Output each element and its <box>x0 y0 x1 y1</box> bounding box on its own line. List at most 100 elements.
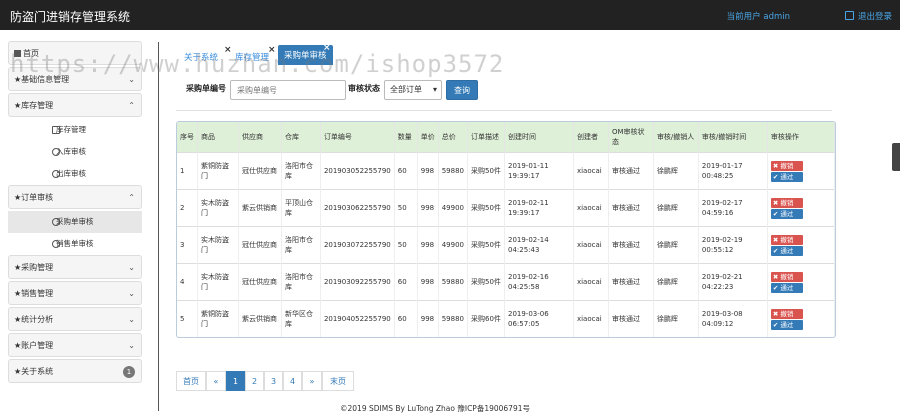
sidebar-item-purchase[interactable]: ★采购管理 ⌄ <box>8 255 142 279</box>
cell-product: 实木防盗门 <box>197 226 239 264</box>
sidebar-item-inventory[interactable]: ★库存管理 ⌃ <box>8 93 142 117</box>
cell-om-status: 审核通过 <box>608 263 654 301</box>
logout-label: 退出登录 <box>857 12 892 22</box>
col-header: 审核/撤销人 <box>653 122 699 153</box>
order-number-input[interactable] <box>230 80 346 100</box>
col-header: 总价 <box>438 122 469 153</box>
table-header-row: 序号 商品 供应商 仓库 订单编号 数量 单价 总价 订单描述 创建时间 创建者… <box>177 122 835 153</box>
approve-button[interactable]: ✔ 通过 <box>770 171 803 182</box>
col-header: 序号 <box>177 122 198 153</box>
sidebar-item-statistics[interactable]: ★统计分析 ⌄ <box>8 307 142 331</box>
cell-order-number: 201903062255790 <box>320 189 395 227</box>
page-prev[interactable]: « <box>206 371 226 391</box>
circle-check-icon <box>52 218 60 226</box>
col-header: 审核操作 <box>767 122 835 153</box>
revoke-button[interactable]: ✖ 撤销 <box>770 308 803 319</box>
status-select[interactable]: 全部订单 ▾ <box>384 80 442 100</box>
sidebar-subitem-inbound-review[interactable]: 入库审核 <box>8 141 142 163</box>
query-button[interactable]: 查询 <box>446 80 478 100</box>
sidebar-item-accounts[interactable]: ★账户管理 ⌄ <box>8 333 142 357</box>
cell-supplier: 冠仕供应商 <box>238 226 282 264</box>
cell-supplier: 冠仕供应商 <box>238 263 282 301</box>
sidebar-subitem-sales-review[interactable]: 销售单审核 <box>8 233 142 255</box>
cell-quantity: 60 <box>394 152 418 190</box>
side-widget-tab[interactable] <box>892 143 900 171</box>
cell-reviewer: 徐鹏辉 <box>653 300 699 337</box>
page-next[interactable]: » <box>302 371 322 391</box>
revoke-label: 撤销 <box>780 235 794 244</box>
sidebar-subitem-purchase-review[interactable]: 采购单审核 <box>8 211 142 233</box>
revoke-button[interactable]: ✖ 撤销 <box>770 160 803 171</box>
cell-actions: ✖ 撤销 ✔ 通过 <box>767 189 835 227</box>
doc-icon <box>52 126 60 134</box>
cell-order-number: 201904052255790 <box>320 300 395 337</box>
sidebar-item-label: ★关于系统 <box>14 367 54 376</box>
logout-link[interactable]: 退出登录 <box>844 10 892 22</box>
chevron-down-icon: ⌄ <box>128 341 135 350</box>
cell-total: 49900 <box>438 189 469 227</box>
cell-review-time: 2019-01-17 00:48:25 <box>698 152 768 190</box>
cell-product: 紫铜防盗门 <box>197 300 239 337</box>
sidebar-item-label: ★库存管理 <box>14 101 54 110</box>
sidebar-subitem-label: 销售单审核 <box>56 239 94 248</box>
approve-button[interactable]: ✔ 通过 <box>770 319 803 330</box>
cell-order-number: 201903052255790 <box>320 152 395 190</box>
approve-button[interactable]: ✔ 通过 <box>770 208 803 219</box>
top-navbar: 防盗门进销存管理系统 当前用户 admin 退出登录 <box>0 0 900 30</box>
page-4[interactable]: 4 <box>283 371 302 391</box>
search-divider <box>176 110 832 111</box>
lock-icon <box>844 11 854 20</box>
revoke-button[interactable]: ✖ 撤销 <box>770 197 803 208</box>
cell-order-number: 201903072255790 <box>320 226 395 264</box>
approve-label: 通过 <box>780 172 794 181</box>
revoke-button[interactable]: ✖ 撤销 <box>770 234 803 245</box>
cell-reviewer: 徐鹏辉 <box>653 189 699 227</box>
page-first[interactable]: 首页 <box>176 371 206 391</box>
cell-index: 2 <box>177 189 198 227</box>
cell-order-number: 201903092255790 <box>320 263 395 301</box>
cell-quantity: 50 <box>394 189 418 227</box>
sidebar-item-about[interactable]: ★关于系统 1 <box>8 359 142 383</box>
cell-created-at: 2019-01-11 19:39:17 <box>504 152 574 190</box>
page-3[interactable]: 3 <box>264 371 283 391</box>
cell-creator: xiaocai <box>573 300 609 337</box>
cell-creator: xiaocai <box>573 189 609 227</box>
cell-product: 紫铜防盗门 <box>197 152 239 190</box>
page-1[interactable]: 1 <box>226 371 245 391</box>
sidebar-subitem-label: 库存管理 <box>56 125 86 134</box>
cell-index: 1 <box>177 152 198 190</box>
cell-unit-price: 998 <box>417 300 439 337</box>
sidebar-subitem-label: 入库审核 <box>56 147 86 156</box>
revoke-button[interactable]: ✖ 撤销 <box>770 271 803 282</box>
page-2[interactable]: 2 <box>245 371 264 391</box>
cell-review-time: 2019-02-17 04:59:16 <box>698 189 768 227</box>
approve-button[interactable]: ✔ 通过 <box>770 282 803 293</box>
cell-description: 采购50件 <box>467 189 505 227</box>
status-select-value: 全部订单 <box>390 85 422 94</box>
revoke-label: 撤销 <box>780 161 794 170</box>
cell-warehouse: 新华区仓库 <box>281 300 321 337</box>
approve-label: 通过 <box>780 283 794 292</box>
circle-check-icon <box>52 240 60 248</box>
page-last[interactable]: 末页 <box>322 371 354 391</box>
sidebar-item-label: ★销售管理 <box>14 289 54 298</box>
current-user-link[interactable]: 当前用户 admin <box>727 10 790 22</box>
sidebar-subitem-stock[interactable]: 库存管理 <box>8 119 142 141</box>
cell-created-at: 2019-02-16 04:25:58 <box>504 263 574 301</box>
cell-reviewer: 徐鹏辉 <box>653 226 699 264</box>
col-header: 订单编号 <box>320 122 395 153</box>
cell-index: 4 <box>177 263 198 301</box>
cell-unit-price: 998 <box>417 226 439 264</box>
sidebar-item-label: ★采购管理 <box>14 263 54 272</box>
cell-product: 实木防盗门 <box>197 189 239 227</box>
cell-description: 采购50件 <box>467 152 505 190</box>
approve-label: 通过 <box>780 246 794 255</box>
sidebar-item-sales[interactable]: ★销售管理 ⌄ <box>8 281 142 305</box>
col-header: OM审核状态 <box>608 122 654 153</box>
cell-warehouse: 洛阳市仓库 <box>281 152 321 190</box>
sidebar-item-order-review[interactable]: ★订单审核 ⌃ <box>8 185 142 209</box>
chevron-down-icon: ⌄ <box>128 289 135 298</box>
cell-supplier: 紫云供销商 <box>238 300 282 337</box>
approve-button[interactable]: ✔ 通过 <box>770 245 803 256</box>
sidebar-subitem-outbound-review[interactable]: 出库审核 <box>8 163 142 185</box>
